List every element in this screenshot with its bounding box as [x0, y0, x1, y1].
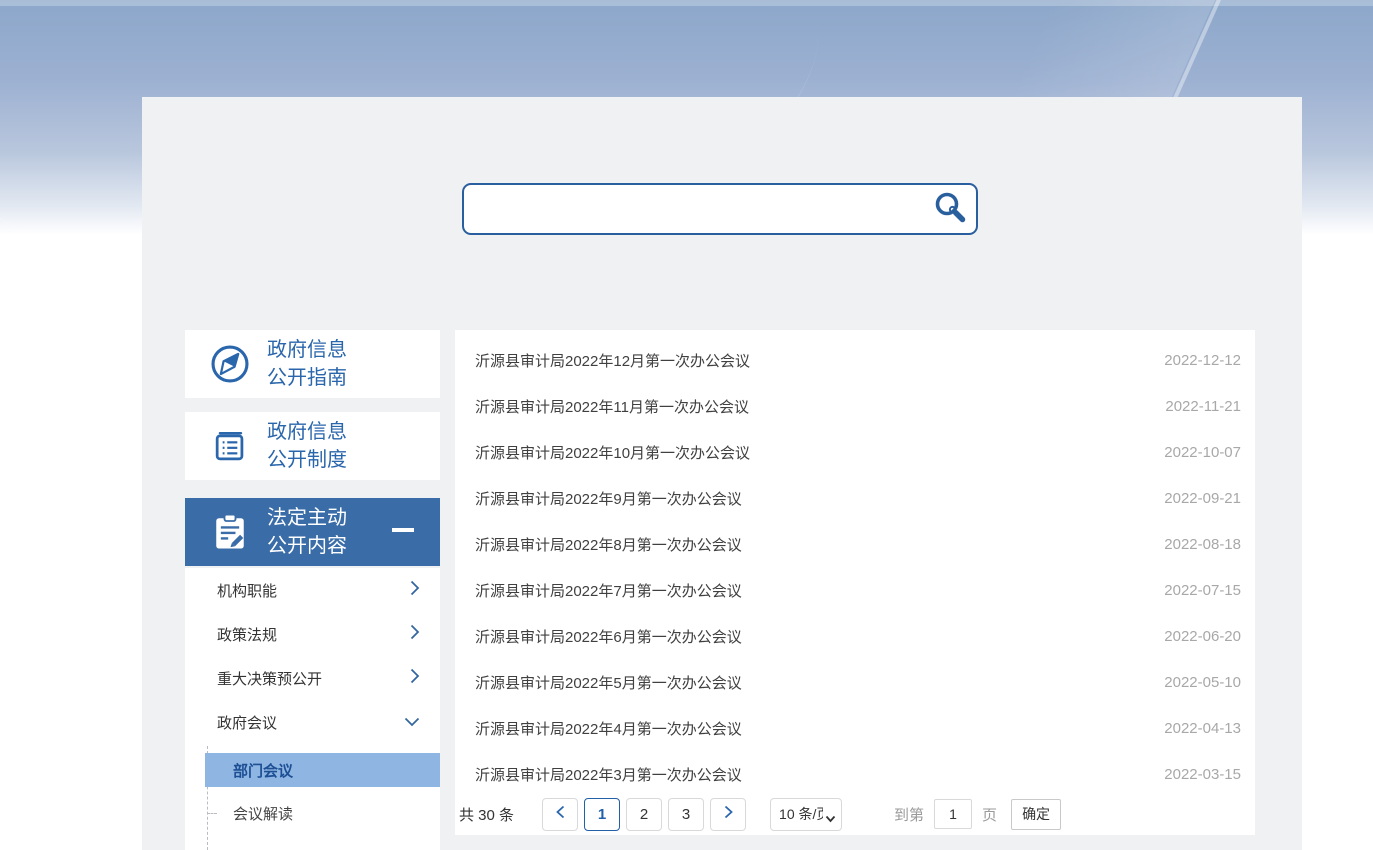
goto-suffix-label: 页 — [982, 804, 997, 825]
article-title: 沂源县审计局2022年9月第一次办公会议 — [475, 488, 742, 509]
article-title: 沂源县审计局2022年12月第一次办公会议 — [475, 350, 750, 371]
list-item[interactable]: 沂源县审计局2022年11月第一次办公会议 2022-11-21 — [455, 383, 1255, 429]
article-title: 沂源县审计局2022年3月第一次办公会议 — [475, 764, 742, 785]
sidebar-item-org-functions[interactable]: 机构职能 — [185, 568, 440, 612]
list-item[interactable]: 沂源县审计局2022年12月第一次办公会议 2022-12-12 — [455, 337, 1255, 383]
prev-page-button[interactable] — [542, 798, 578, 831]
sidebar-card-label: 法定主动 公开内容 — [267, 504, 347, 560]
search-button[interactable] — [928, 187, 972, 231]
menu-label: 政府会议 — [217, 712, 277, 733]
search-box — [462, 183, 978, 235]
clipboard-icon — [207, 510, 253, 554]
search-icon — [932, 190, 968, 229]
goto-prefix-label: 到第 — [894, 804, 924, 825]
search-input[interactable] — [464, 185, 928, 233]
document-icon — [207, 424, 253, 468]
article-title: 沂源县审计局2022年4月第一次办公会议 — [475, 718, 742, 739]
sidebar-card-disclosure-guide[interactable]: 政府信息 公开指南 — [185, 330, 440, 398]
confirm-button[interactable]: 确定 — [1011, 799, 1061, 830]
sidebar-subitem-department-meetings[interactable]: 部门会议 — [205, 753, 440, 787]
menu-label: 政策法规 — [217, 624, 277, 645]
article-date: 2022-03-15 — [1164, 766, 1241, 783]
content-panel: 政府信息 公开指南 政府信息 公开制度 — [142, 97, 1302, 850]
article-date: 2022-07-15 — [1164, 582, 1241, 599]
page-button-3[interactable]: 3 — [668, 798, 704, 831]
submenu-label: 会议解读 — [233, 803, 293, 824]
submenu-label: 部门会议 — [233, 760, 293, 781]
list-item[interactable]: 沂源县审计局2022年3月第一次办公会议 2022-03-15 — [455, 751, 1255, 797]
article-date: 2022-10-07 — [1164, 444, 1241, 461]
page-button-1[interactable]: 1 — [584, 798, 620, 831]
chevron-left-icon — [556, 805, 565, 823]
chevron-down-icon — [404, 714, 420, 731]
goto-page-input[interactable] — [934, 799, 972, 829]
list-item[interactable]: 沂源县审计局2022年5月第一次办公会议 2022-05-10 — [455, 659, 1255, 705]
next-page-button[interactable] — [710, 798, 746, 831]
article-date: 2022-09-21 — [1164, 490, 1241, 507]
article-date: 2022-06-20 — [1164, 628, 1241, 645]
sidebar: 政府信息 公开指南 政府信息 公开制度 — [185, 330, 440, 850]
article-list: 沂源县审计局2022年12月第一次办公会议 2022-12-12 沂源县审计局2… — [455, 330, 1255, 835]
article-title: 沂源县审计局2022年8月第一次办公会议 — [475, 534, 742, 555]
page-size-select[interactable]: 10 条/页 — [770, 798, 842, 831]
article-date: 2022-05-10 — [1164, 674, 1241, 691]
minus-icon — [392, 528, 414, 532]
list-item[interactable]: 沂源县审计局2022年8月第一次办公会议 2022-08-18 — [455, 521, 1255, 567]
menu-label: 机构职能 — [217, 580, 277, 601]
list-item[interactable]: 沂源县审计局2022年6月第一次办公会议 2022-06-20 — [455, 613, 1255, 659]
article-title: 沂源县审计局2022年5月第一次办公会议 — [475, 672, 742, 693]
article-title: 沂源县审计局2022年10月第一次办公会议 — [475, 442, 750, 463]
article-title: 沂源县审计局2022年7月第一次办公会议 — [475, 580, 742, 601]
article-date: 2022-08-18 — [1164, 536, 1241, 553]
pagination-total: 共 30 条 — [459, 804, 514, 825]
sidebar-card-disclosure-system[interactable]: 政府信息 公开制度 — [185, 412, 440, 480]
sidebar-item-major-decisions[interactable]: 重大决策预公开 — [185, 656, 440, 700]
chevron-right-icon — [410, 580, 420, 600]
pagination: 共 30 条 1 2 3 10 条/页 — [457, 796, 1253, 832]
sidebar-item-gov-meetings[interactable]: 政府会议 — [185, 700, 440, 744]
sidebar-menu: 机构职能 政策法规 重大决策预公开 政府会议 — [185, 568, 440, 850]
article-date: 2022-04-13 — [1164, 720, 1241, 737]
sidebar-subitem-meeting-interpretation[interactable]: 会议解读 — [205, 796, 440, 830]
sidebar-card-label: 政府信息 公开指南 — [267, 336, 347, 392]
page-button-2[interactable]: 2 — [626, 798, 662, 831]
list-item[interactable]: 沂源县审计局2022年4月第一次办公会议 2022-04-13 — [455, 705, 1255, 751]
sidebar-item-policies[interactable]: 政策法规 — [185, 612, 440, 656]
chevron-right-icon — [410, 624, 420, 644]
chevron-right-icon — [410, 668, 420, 688]
article-title: 沂源县审计局2022年6月第一次办公会议 — [475, 626, 742, 647]
menu-label: 重大决策预公开 — [217, 668, 322, 689]
chevron-right-icon — [724, 805, 733, 823]
compass-icon — [207, 342, 253, 386]
sidebar-card-label: 政府信息 公开制度 — [267, 418, 347, 474]
article-date: 2022-11-21 — [1165, 398, 1241, 415]
article-title: 沂源县审计局2022年11月第一次办公会议 — [475, 396, 749, 417]
sidebar-card-legal-disclosure[interactable]: 法定主动 公开内容 — [185, 498, 440, 566]
list-item[interactable]: 沂源县审计局2022年7月第一次办公会议 2022-07-15 — [455, 567, 1255, 613]
list-item[interactable]: 沂源县审计局2022年9月第一次办公会议 2022-09-21 — [455, 475, 1255, 521]
list-item[interactable]: 沂源县审计局2022年10月第一次办公会议 2022-10-07 — [455, 429, 1255, 475]
article-date: 2022-12-12 — [1164, 352, 1241, 369]
